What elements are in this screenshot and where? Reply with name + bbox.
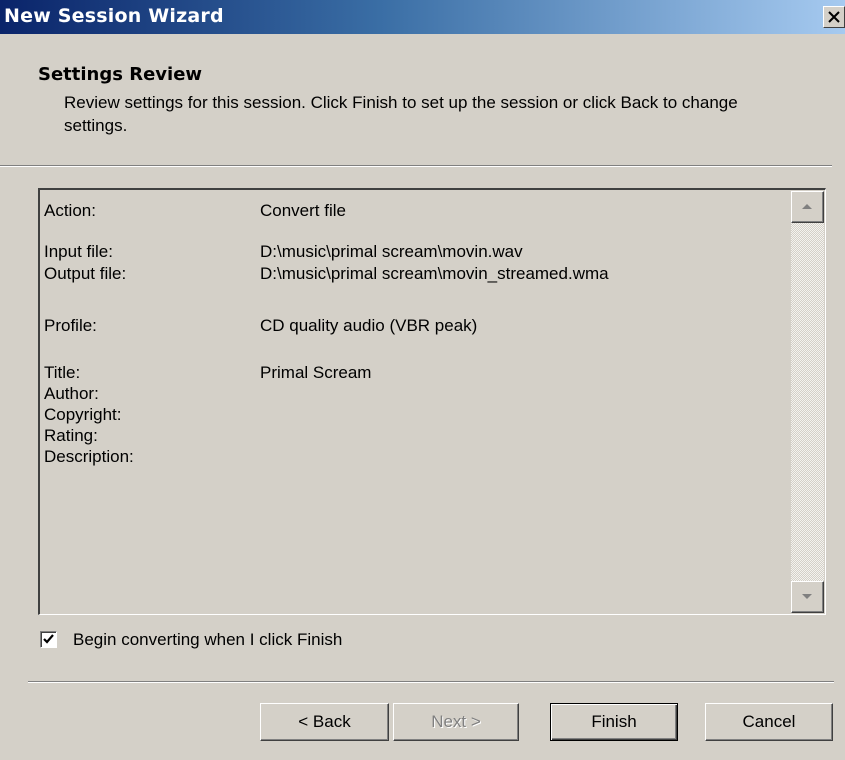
next-button[interactable]: Next > <box>393 703 519 741</box>
scroll-down-button[interactable] <box>791 581 824 613</box>
review-value: D:\music\primal scream\movin_streamed.wm… <box>260 264 609 283</box>
finish-button[interactable]: Finish <box>550 703 678 741</box>
review-value: Primal Scream <box>260 363 372 382</box>
cancel-button[interactable]: Cancel <box>705 703 833 741</box>
review-value: CD quality audio (VBR peak) <box>260 316 478 335</box>
close-button[interactable] <box>823 6 845 28</box>
begin-converting-checkbox[interactable] <box>40 631 57 648</box>
arrow-down-icon <box>802 594 812 599</box>
window-title: New Session Wizard <box>4 5 224 27</box>
review-label: Title: <box>44 363 81 382</box>
scroll-up-button[interactable] <box>791 191 824 223</box>
page-title: Settings Review <box>38 64 203 85</box>
review-label: Copyright: <box>44 405 122 424</box>
arrow-up-icon <box>802 204 812 209</box>
header-divider <box>0 165 832 167</box>
review-label: Output file: <box>44 264 127 283</box>
checkmark-icon <box>43 634 54 644</box>
page-description: Review settings for this session. Click … <box>64 93 738 135</box>
review-label: Profile: <box>44 316 97 335</box>
footer-divider <box>28 681 834 683</box>
review-label: Action: <box>44 201 96 220</box>
vertical-scrollbar[interactable] <box>791 191 824 613</box>
settings-review-list[interactable]: Action: Convert file Input file: D:\musi… <box>38 188 826 615</box>
review-label: Input file: <box>44 242 113 261</box>
back-button[interactable]: < Back <box>260 703 389 741</box>
review-label: Rating: <box>44 426 98 445</box>
title-bar[interactable]: New Session Wizard <box>0 0 845 34</box>
begin-converting-label[interactable]: Begin converting when I click Finish <box>73 630 342 650</box>
review-label: Author: <box>44 384 99 403</box>
review-value: Convert file <box>260 201 346 220</box>
review-label: Description: <box>44 447 134 466</box>
close-icon <box>828 11 840 23</box>
review-value: D:\music\primal scream\movin.wav <box>260 242 523 261</box>
